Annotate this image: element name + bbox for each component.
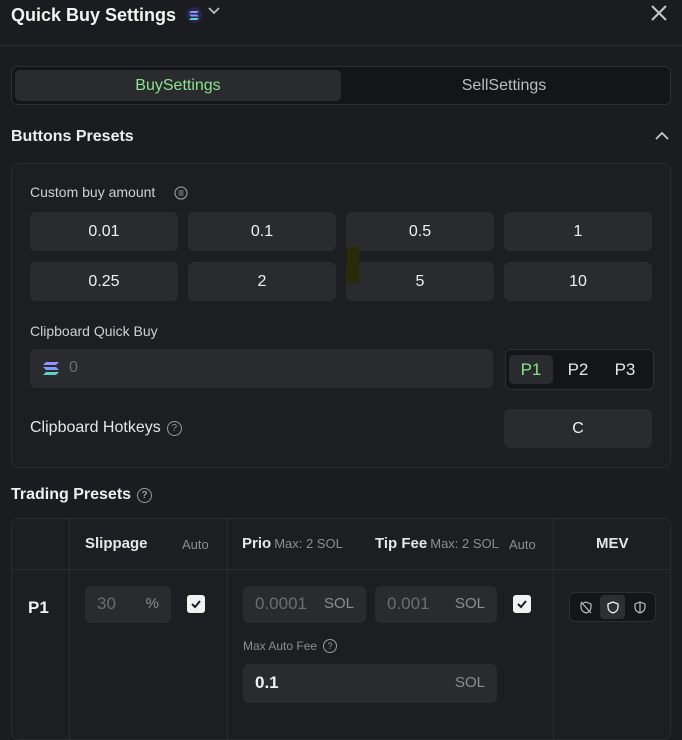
clipboard-hotkeys-label: Clipboard Hotkeys? xyxy=(30,419,182,437)
tab-sell-settings[interactable]: SellSettings xyxy=(341,70,667,101)
sol-currency-icon[interactable] xyxy=(174,186,188,205)
amount-button-1[interactable]: 1 xyxy=(504,212,652,251)
shield-off-icon[interactable] xyxy=(573,595,598,619)
header-prio: Prio Max: 2 SOL xyxy=(242,535,343,552)
solana-icon[interactable] xyxy=(186,7,202,23)
tab-buy-settings[interactable]: BuySettings xyxy=(15,70,341,101)
chevron-up-icon[interactable] xyxy=(654,128,670,149)
help-icon[interactable]: ? xyxy=(166,421,182,436)
tip-auto-checkbox[interactable] xyxy=(513,595,531,613)
amount-button-5[interactable]: 5 xyxy=(346,262,494,301)
help-icon[interactable]: ? xyxy=(323,639,338,653)
solana-icon xyxy=(43,362,59,375)
check-icon xyxy=(191,600,201,609)
chevron-down-icon[interactable] xyxy=(207,3,221,20)
slippage-auto-checkbox[interactable] xyxy=(187,595,205,613)
header-tip-auto: Auto xyxy=(509,537,536,552)
preset-selector: P1 P2 P3 xyxy=(505,349,654,390)
trading-presets-table: Slippage Auto Prio Max: 2 SOL Tip Fee Max:… xyxy=(11,518,671,740)
clipboard-hotkey-input[interactable]: C xyxy=(504,409,652,448)
buttons-presets-title: Buttons Presets xyxy=(11,128,134,145)
header: Quick Buy Settings xyxy=(0,0,682,46)
amount-button-10[interactable]: 10 xyxy=(504,262,652,301)
header-mev: MEV xyxy=(596,535,629,552)
settings-tabs: BuySettings SellSettings xyxy=(11,66,671,105)
row-label-p1: P1 xyxy=(28,598,49,617)
preset-p2-button[interactable]: P2 xyxy=(556,355,600,384)
header-tip-fee: Tip Fee Max: 2 SOL xyxy=(375,535,499,552)
clipboard-amount-input[interactable]: 0 xyxy=(30,349,493,388)
clipboard-quick-buy-label: Clipboard Quick Buy xyxy=(30,323,158,339)
close-icon[interactable] xyxy=(650,4,668,26)
amount-button-0.01[interactable]: 0.01 xyxy=(30,212,178,251)
page-title: Quick Buy Settings xyxy=(11,5,177,25)
amount-button-0.25[interactable]: 0.25 xyxy=(30,262,178,301)
check-icon xyxy=(517,600,527,609)
prio-fee-input[interactable]: 0.0001 SOL xyxy=(243,586,366,623)
amount-button-0.5[interactable]: 0.5 xyxy=(346,212,494,251)
preset-p3-button[interactable]: P3 xyxy=(603,355,647,384)
clipboard-amount-value: 0 xyxy=(69,359,78,376)
mev-protection-selector xyxy=(569,592,656,622)
max-auto-fee-label: Max Auto Fee? xyxy=(243,639,338,653)
shield-half-icon[interactable] xyxy=(627,595,652,619)
drag-marker xyxy=(347,247,359,283)
custom-buy-amount-label: Custom buy amount xyxy=(30,184,156,200)
help-icon[interactable]: ? xyxy=(137,488,153,503)
header-slippage: Slippage xyxy=(85,535,148,552)
max-auto-fee-input[interactable]: 0.1 SOL xyxy=(243,664,497,703)
amount-button-2[interactable]: 2 xyxy=(188,262,336,301)
trading-presets-title: Trading Presets? xyxy=(11,486,153,504)
preset-p1-button[interactable]: P1 xyxy=(509,355,553,384)
slippage-input[interactable]: 30 % xyxy=(85,586,171,623)
amount-button-0.1[interactable]: 0.1 xyxy=(188,212,336,251)
shield-icon[interactable] xyxy=(600,595,625,619)
header-slippage-auto: Auto xyxy=(182,537,209,552)
tip-fee-input[interactable]: 0.001 SOL xyxy=(375,586,497,623)
